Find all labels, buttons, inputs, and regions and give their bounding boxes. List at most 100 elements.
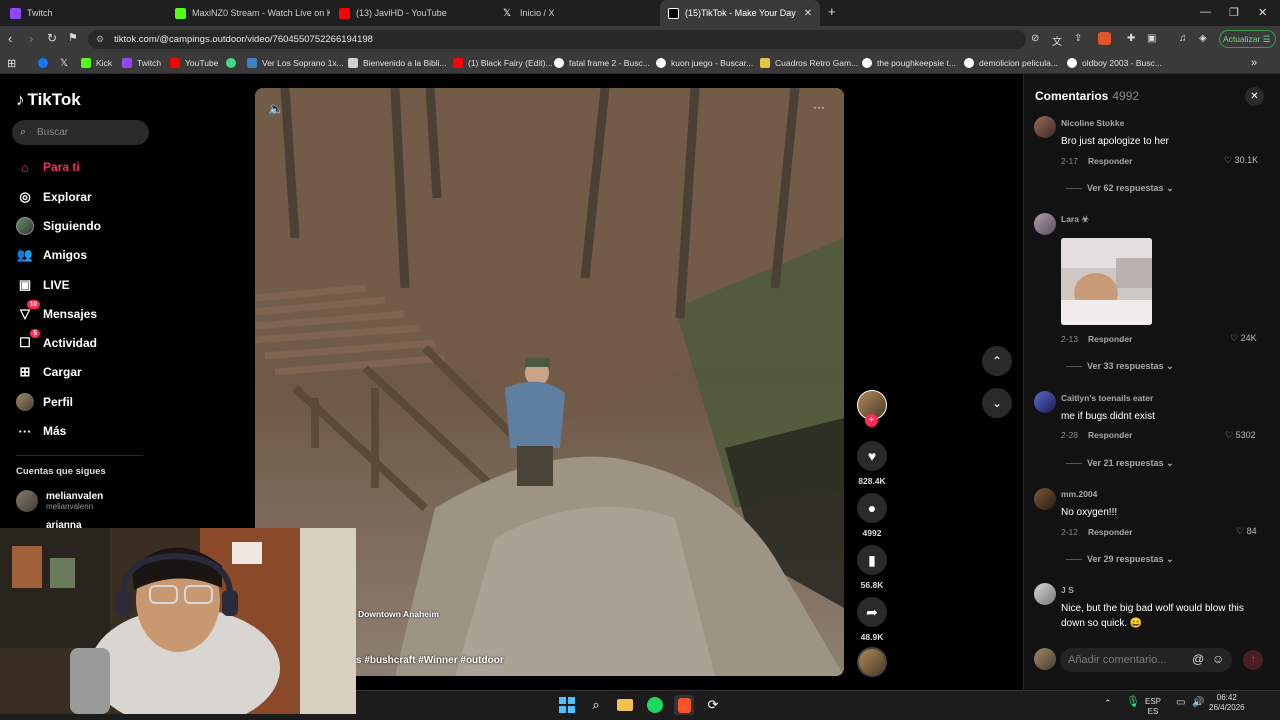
previous-video-button[interactable]: ⌃ [982,346,1012,376]
nav-cargar[interactable]: ⊞ Cargar [16,362,82,382]
reply-button[interactable]: Responder [1088,430,1132,440]
more-options-icon[interactable]: ··· [813,100,825,114]
bookmark-item[interactable]: fatal frame 2 - Busc... [554,52,650,74]
bookmark-kick[interactable]: Kick [81,52,112,74]
close-window-icon[interactable]: ✕ [1258,6,1267,19]
nav-live[interactable]: ▣ LIVE [16,275,70,295]
search-input[interactable]: ⌕ Buscar [12,120,149,145]
reload-icon[interactable]: ↻ [47,31,57,45]
comment-like[interactable]: ♡ 84 [1236,526,1257,537]
add-comment-input[interactable]: Añadir comentario... [1060,648,1232,672]
bookmark-item[interactable]: Bienvenido a la Bibli... [348,52,447,74]
avatar[interactable] [1034,391,1056,413]
extensions-icon[interactable]: ✚ [1127,33,1135,44]
comment-image[interactable] [1061,238,1152,325]
bookmark-youtube[interactable]: YouTube [170,52,218,74]
browser-tab[interactable]: 𝕏 Inicio / X [503,0,653,26]
comment-username[interactable]: J S [1061,585,1074,595]
view-replies-button[interactable]: Ver 29 respuestas ⌄ [1066,554,1174,565]
mute-icon[interactable]: 🔈 [268,101,284,117]
comment-like[interactable]: ♡ 5302 [1225,430,1256,441]
update-button[interactable]: Actualizar ☰ [1219,30,1276,48]
windows-start-icon[interactable] [557,695,577,715]
browser-tab[interactable]: Twitch [10,0,170,26]
minimize-icon[interactable]: — [1200,6,1211,18]
chevron-up-icon[interactable]: ⌃ [1104,698,1112,708]
video-location[interactable]: Downtown Anaheim [358,609,439,619]
send-comment-button[interactable]: ↑ [1243,650,1263,670]
comment-username[interactable]: Nicoline Stokke [1061,118,1124,128]
brave-browser-icon[interactable] [674,695,694,715]
reply-button[interactable]: Responder [1088,156,1132,166]
search-icon[interactable]: ⌕ [586,695,606,715]
bookmark-facebook[interactable] [38,52,53,74]
network-icon[interactable]: ▭ [1176,698,1185,708]
reply-button[interactable]: Responder [1088,527,1132,537]
nav-explorar[interactable]: ◎ Explorar [16,187,91,207]
bookmark-page-icon[interactable]: ⚑ [68,31,78,44]
bookmark-x[interactable]: 𝕏 [60,52,68,74]
language-indicator[interactable]: ESP ES [1145,697,1161,717]
volume-icon[interactable]: 🔊 [1192,698,1204,708]
comment-username[interactable]: Caitlyn's toenails eater [1061,393,1153,403]
save-button[interactable]: ▮ [857,545,887,575]
close-tab-icon[interactable]: ✕ [804,8,812,19]
comment-like[interactable]: ♡ 24K [1230,333,1257,344]
restore-icon[interactable]: ❐ [1229,6,1239,19]
app-icon[interactable]: ⟳ [703,695,723,715]
translate-icon[interactable]: 文 [1052,33,1062,48]
nav-perfil[interactable]: Perfil [16,392,73,412]
nav-para-ti[interactable]: ⌂ Para ti [16,157,80,177]
view-replies-button[interactable]: Ver 21 respuestas ⌄ [1066,458,1174,469]
view-replies-button[interactable]: Ver 62 respuestas ⌄ [1066,183,1174,194]
bookmark-twitch[interactable]: Twitch [122,52,161,74]
tracking-icon[interactable]: ⊘ [1031,33,1039,44]
bookmark-item[interactable]: kuon juego - Buscar... [656,52,753,74]
reply-button[interactable]: Responder [1088,334,1132,344]
spotify-icon[interactable] [645,695,665,715]
bookmark-item[interactable]: the poughkeepsie t... [862,52,956,74]
music-disc-icon[interactable] [857,647,887,677]
back-icon[interactable]: ‹ [8,31,12,46]
nav-amigos[interactable]: 👥 Amigos [16,245,87,265]
avatar[interactable] [1034,213,1056,235]
browser-tab-active[interactable]: (15)TikTok - Make Your Day ✕ [660,0,820,26]
nav-siguiendo[interactable]: Siguiendo [16,216,101,236]
comment-button[interactable]: ● [857,493,887,523]
like-button[interactable]: ♥ [857,441,887,471]
url-field[interactable]: ⚙ tiktok.com/@campings.outdoor/video/760… [88,30,1026,49]
avatar[interactable] [1034,583,1056,605]
clock[interactable]: 06:42 26/4/2026 [1209,693,1245,713]
following-user[interactable]: melianvalen melianvalenn [16,490,103,512]
bookmark-item[interactable]: oldboy 2003 - Busc... [1067,52,1162,74]
brave-shields-icon[interactable] [1098,32,1111,45]
nav-mensajes[interactable]: ▽ 10 Mensajes [16,300,97,324]
browser-tab[interactable]: (13) JaviHD - YouTube [339,0,489,26]
new-tab-button[interactable]: + [828,4,836,19]
vpn-icon[interactable]: ◈ [1199,33,1207,44]
apps-icon[interactable]: ⊞ [7,52,16,74]
microphone-icon[interactable]: 🎙 [1126,697,1140,708]
browser-tab[interactable]: MaxiNZ0 Stream - Watch Live on Kic [175,0,330,26]
share-button[interactable]: ➦ [857,597,887,627]
avatar[interactable] [1034,116,1056,138]
next-video-button[interactable]: ⌄ [982,388,1012,418]
media-icon[interactable]: ♫ [1179,33,1187,44]
nav-actividad[interactable]: ☐ 5 Actividad [16,329,97,353]
nav-mas[interactable]: ··· Más [16,421,67,441]
avatar[interactable] [1034,488,1056,510]
bookmark-item[interactable]: (1) Black Fairy (Edit)... [453,52,553,74]
bookmark-item[interactable]: Ver Los Soprano 1x... [247,52,344,74]
more-bookmarks-icon[interactable]: » [1251,52,1257,74]
mention-icon[interactable]: @ [1192,652,1204,666]
sidebar-icon[interactable]: ▣ [1147,33,1156,44]
view-replies-button[interactable]: Ver 33 respuestas ⌄ [1066,361,1174,372]
site-settings-icon[interactable]: ⚙ [96,30,104,49]
bookmark-item[interactable]: demolicion pelicula... [964,52,1058,74]
share-icon[interactable]: ⇪ [1074,33,1082,44]
bookmark-android[interactable] [226,52,241,74]
emoji-icon[interactable]: ☺ [1212,652,1224,666]
bookmark-item[interactable]: Cuadros Retro Gam... [760,52,858,74]
tiktok-logo[interactable]: ♪ TikTok [16,90,81,110]
forward-icon[interactable]: › [29,31,33,46]
